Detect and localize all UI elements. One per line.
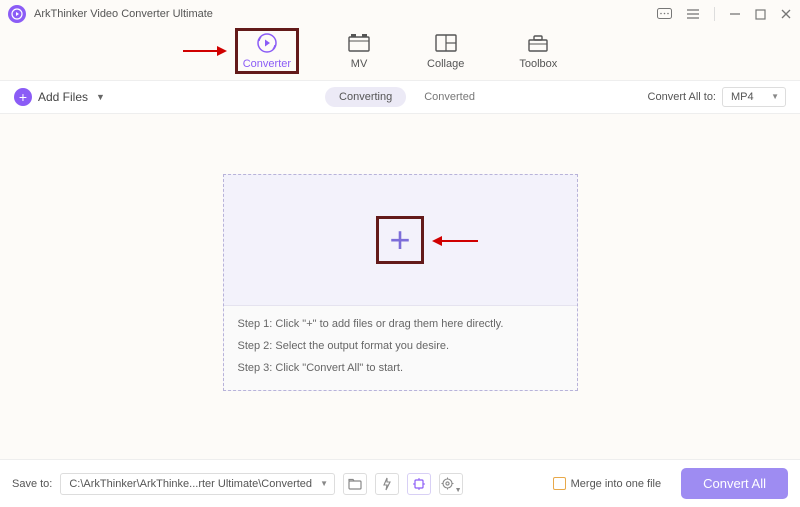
maximize-icon[interactable] <box>755 9 766 20</box>
chevron-down-icon: ▼ <box>96 92 105 102</box>
instructions: Step 1: Click "+" to add files or drag t… <box>224 305 577 390</box>
app-logo <box>8 5 26 23</box>
collage-icon <box>433 32 459 54</box>
bottom-bar: Save to: C:\ArkThinker\ArkThinke...rter … <box>0 459 800 507</box>
tab-mv[interactable]: MV <box>346 32 372 70</box>
add-files-button[interactable]: + Add Files ▼ <box>14 88 105 106</box>
toolbar: + Add Files ▼ Converting Converted Conve… <box>0 80 800 114</box>
step-text: Step 3: Click "Convert All" to start. <box>238 362 563 374</box>
save-path-select[interactable]: C:\ArkThinker\ArkThinke...rter Ultimate\… <box>60 473 335 495</box>
plus-icon: + <box>14 88 32 106</box>
merge-checkbox[interactable]: Merge into one file <box>553 477 662 490</box>
close-icon[interactable] <box>780 8 792 20</box>
tab-toolbox[interactable]: Toolbox <box>519 32 557 70</box>
open-folder-button[interactable] <box>343 473 367 495</box>
gpu-accel-button[interactable] <box>407 473 431 495</box>
main-tabs: Converter MV Collage Toolbox <box>0 28 800 80</box>
annotation-highlight <box>235 28 299 74</box>
add-file-plus-button[interactable]: + <box>376 216 424 264</box>
tab-label: Collage <box>427 58 464 70</box>
annotation-arrow <box>432 236 478 246</box>
tab-label: Toolbox <box>519 58 557 70</box>
hardware-accel-button[interactable] <box>375 473 399 495</box>
output-format-select[interactable]: MP4 <box>722 87 786 107</box>
mv-icon <box>346 32 372 54</box>
chevron-down-icon: ▼ <box>455 487 462 494</box>
minimize-icon[interactable] <box>729 8 741 20</box>
tab-converter[interactable]: Converter <box>243 32 291 70</box>
save-to-label: Save to: <box>12 478 52 490</box>
menu-icon[interactable] <box>686 8 700 20</box>
annotation-arrow <box>183 46 227 56</box>
feedback-icon[interactable] <box>657 8 672 21</box>
convert-all-button[interactable]: Convert All <box>681 468 788 499</box>
merge-label: Merge into one file <box>571 478 662 490</box>
tab-converted[interactable]: Converted <box>424 91 475 103</box>
dropzone[interactable]: + Step 1: Click "+" to add files or drag… <box>223 174 578 391</box>
titlebar: ArkThinker Video Converter Ultimate <box>0 0 800 28</box>
tab-collage[interactable]: Collage <box>427 32 464 70</box>
plus-icon: + <box>389 222 410 258</box>
tab-label: MV <box>351 58 368 70</box>
add-files-label: Add Files <box>38 90 88 104</box>
tab-converting[interactable]: Converting <box>325 87 406 107</box>
app-title: ArkThinker Video Converter Ultimate <box>34 8 657 20</box>
settings-button[interactable]: ▼ <box>439 473 463 495</box>
step-text: Step 1: Click "+" to add files or drag t… <box>238 318 563 330</box>
main-area: + Step 1: Click "+" to add files or drag… <box>0 114 800 391</box>
convert-all-to-label: Convert All to: <box>648 91 716 103</box>
toolbox-icon <box>525 32 551 54</box>
step-text: Step 2: Select the output format you des… <box>238 340 563 352</box>
divider <box>714 7 715 21</box>
checkbox-icon <box>553 477 566 490</box>
